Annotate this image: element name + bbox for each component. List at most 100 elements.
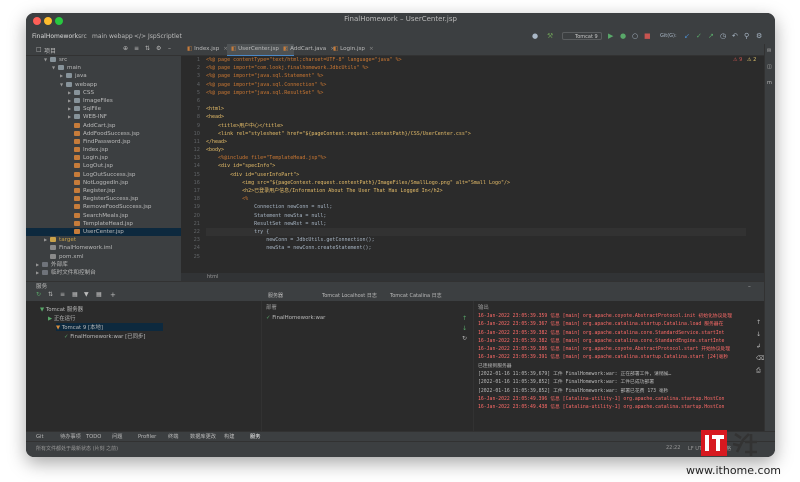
code-line[interactable]: <title>用户中心</title> [206,122,746,130]
tree-item[interactable]: ▼ webapp [26,81,181,89]
deploy-up-icon[interactable]: ↑ [462,315,467,322]
database-icon[interactable]: ◫ [767,64,772,70]
code-line[interactable]: newSta = newConn.createStatement(); [206,244,746,252]
tree-item[interactable]: ▶ 外部库 [26,261,181,269]
tree-item[interactable]: ▼ main [26,64,181,72]
debug-icon[interactable]: ● [620,32,626,40]
search-icon[interactable]: ⚲ [744,32,749,40]
log-line[interactable]: 16-Jan-2022 23:05:39.382 信息 [main] org.a… [478,338,758,346]
code-line[interactable]: <head> [206,113,746,121]
git-update-icon[interactable]: ↙ [684,32,690,40]
tree-item[interactable]: ▶ target [26,236,181,244]
project-panel-title[interactable]: 项目 [44,46,56,55]
run-config-select[interactable]: Tomcat 9 [562,32,602,40]
service-tree-item[interactable]: ✓ FinalHomework:war [已同步] [64,332,145,340]
settings-icon[interactable]: ⚙ [756,32,762,40]
tree-item[interactable]: ▼ src [26,56,181,64]
log-line[interactable]: 已连接到服务器 [478,363,758,371]
tree-item[interactable]: ▶ ImageFiles [26,97,181,105]
code-line[interactable] [206,97,746,105]
tree-item[interactable]: ▶ SqlFile [26,105,181,113]
code-line[interactable]: </head> [206,138,746,146]
editor-breadcrumb[interactable]: html [181,273,764,281]
breadcrumb-main[interactable]: main [92,33,107,40]
tree-item[interactable]: ▶ WEB-INF [26,113,181,121]
maven-icon[interactable]: m [767,80,772,86]
log-line[interactable]: [2022-01-16 11:05:39,679] 工件 FinalHomewo… [478,371,758,379]
code-line[interactable]: <div id="userInfoPart"> [206,171,746,179]
clear-output-icon[interactable]: ⌫ [756,355,764,362]
coverage-icon[interactable]: ○ [632,32,638,40]
tree-item[interactable]: ▶ CSS [26,89,181,97]
code-line[interactable]: <div id="specInfo"> [206,162,746,170]
code-line[interactable]: <%@include file="TemplateHead.jsp"%> [206,154,746,162]
log-line[interactable]: 16-Jan-2022 23:05:39.386 信息 [main] org.a… [478,346,758,354]
breadcrumb-src[interactable]: src [78,33,87,40]
breadcrumb-project[interactable]: FinalHomework [32,33,78,40]
code-line[interactable]: <% [206,195,746,203]
tree-item[interactable]: Index.jsp [26,146,181,154]
tree-item[interactable]: SearchMeals.jsp [26,212,181,220]
refresh-icon[interactable]: ↻ [36,291,41,298]
tree-item[interactable]: ▶ 临时文件和控制台 [26,269,181,277]
log-line[interactable]: 16-Jan-2022 23:05:49.438 信息 [Catalina-ut… [478,404,758,412]
code-line[interactable]: try { [206,227,746,237]
tree-item[interactable]: pom.xml [26,253,181,261]
service-tree-item[interactable]: ▼ Tomcat 9 [本地] [56,323,164,331]
services-tab[interactable]: Tomcat Catalina 日志 [390,291,442,301]
code-line[interactable]: ResultSet newRst = null; [206,220,746,228]
breadcrumb-webapp[interactable]: webapp [109,33,133,40]
code-line[interactable]: <html> [206,105,746,113]
code-line[interactable]: <%@ page import="com.lookj.finalhomework… [206,64,746,72]
code-line[interactable]: newConn = JdbcUtils.getConnection(); [206,236,746,244]
filter-icon[interactable]: ▼ [84,291,89,298]
close-tab-icon[interactable]: × [369,46,374,52]
hide-icon[interactable]: – [168,45,171,52]
expand-icon[interactable]: ⇅ [145,45,150,52]
error-count-badge[interactable]: ⚠ 9 [733,57,742,63]
group-icon[interactable]: ▦ [72,291,78,298]
print-icon[interactable]: ⎙ [756,367,761,375]
code-line[interactable]: <%@ page import="java.sql.ResultSet" %> [206,89,746,97]
expand-all-icon[interactable]: ⇅ [48,291,53,298]
code-area[interactable]: <%@ page contentType="text/html;charset=… [206,56,746,261]
collapse-icon[interactable]: ≡ [134,45,139,52]
soft-wrap-icon[interactable]: ↲ [756,343,761,350]
caret-position[interactable]: 22:22 [666,445,680,451]
tree-item[interactable]: AddCart.jsp [26,122,181,130]
scroll-down-icon[interactable]: ↓ [756,331,761,338]
tree-item[interactable]: LogOut.jsp [26,162,181,170]
history-icon[interactable]: ◷ [720,32,726,40]
log-line[interactable]: 16-Jan-2022 23:05:39.359 信息 [main] org.a… [478,313,758,321]
log-line[interactable]: 16-Jan-2022 23:05:39.391 信息 [main] org.a… [478,354,758,362]
code-line[interactable]: <h2>已登录用户信息/Information About The User T… [206,187,746,195]
deploy-refresh-icon[interactable]: ↻ [462,335,467,342]
tree-item[interactable]: RemoveFoodSuccess.jsp [26,203,181,211]
output-log[interactable]: 16-Jan-2022 23:05:39.359 信息 [main] org.a… [478,313,758,413]
log-line[interactable]: [2022-01-16 11:05:39,852] 工件 FinalHomewo… [478,388,758,396]
tree-item[interactable]: LogOutSuccess.jsp [26,171,181,179]
tree-item[interactable]: Login.jsp [26,154,181,162]
tree-item[interactable]: FindPassword.jsp [26,138,181,146]
code-line[interactable]: Connection newConn = null; [206,203,746,211]
tree-item[interactable]: Register.jsp [26,187,181,195]
log-line[interactable]: 16-Jan-2022 23:05:39.382 信息 [main] org.a… [478,330,758,338]
deploy-item[interactable]: ✓ FinalHomework:war [266,315,325,321]
tree-item[interactable]: ▶ java [26,72,181,80]
code-line[interactable]: <%@ page import="java.sql.Connection" %> [206,81,746,89]
stop-icon[interactable]: ■ [644,32,651,40]
warning-count-badge[interactable]: ⚠ 2 [747,57,756,63]
tree-item[interactable]: FinalHomework.iml [26,244,181,252]
log-line[interactable]: [2022-01-16 11:05:39,852] 工件 FinalHomewo… [478,379,758,387]
hammer-icon[interactable]: ⚒ [547,32,553,40]
tree-item[interactable]: AddFoodSuccess.jsp [26,130,181,138]
code-line[interactable]: Statement newSta = null; [206,212,746,220]
git-push-icon[interactable]: ↗ [708,32,714,40]
code-line[interactable]: <link rel="stylesheet" href="${pageConte… [206,130,746,138]
breadcrumb-scriptlet[interactable]: </> JspScriptlet [134,33,182,40]
services-tab[interactable]: Tomcat Localhost 日志 [322,291,377,301]
code-line[interactable]: <body> [206,146,746,154]
user-icon[interactable]: ● [532,32,538,40]
scroll-up-icon[interactable]: ↑ [756,319,761,326]
tree-item[interactable]: NotLoggedIn.jsp [26,179,181,187]
